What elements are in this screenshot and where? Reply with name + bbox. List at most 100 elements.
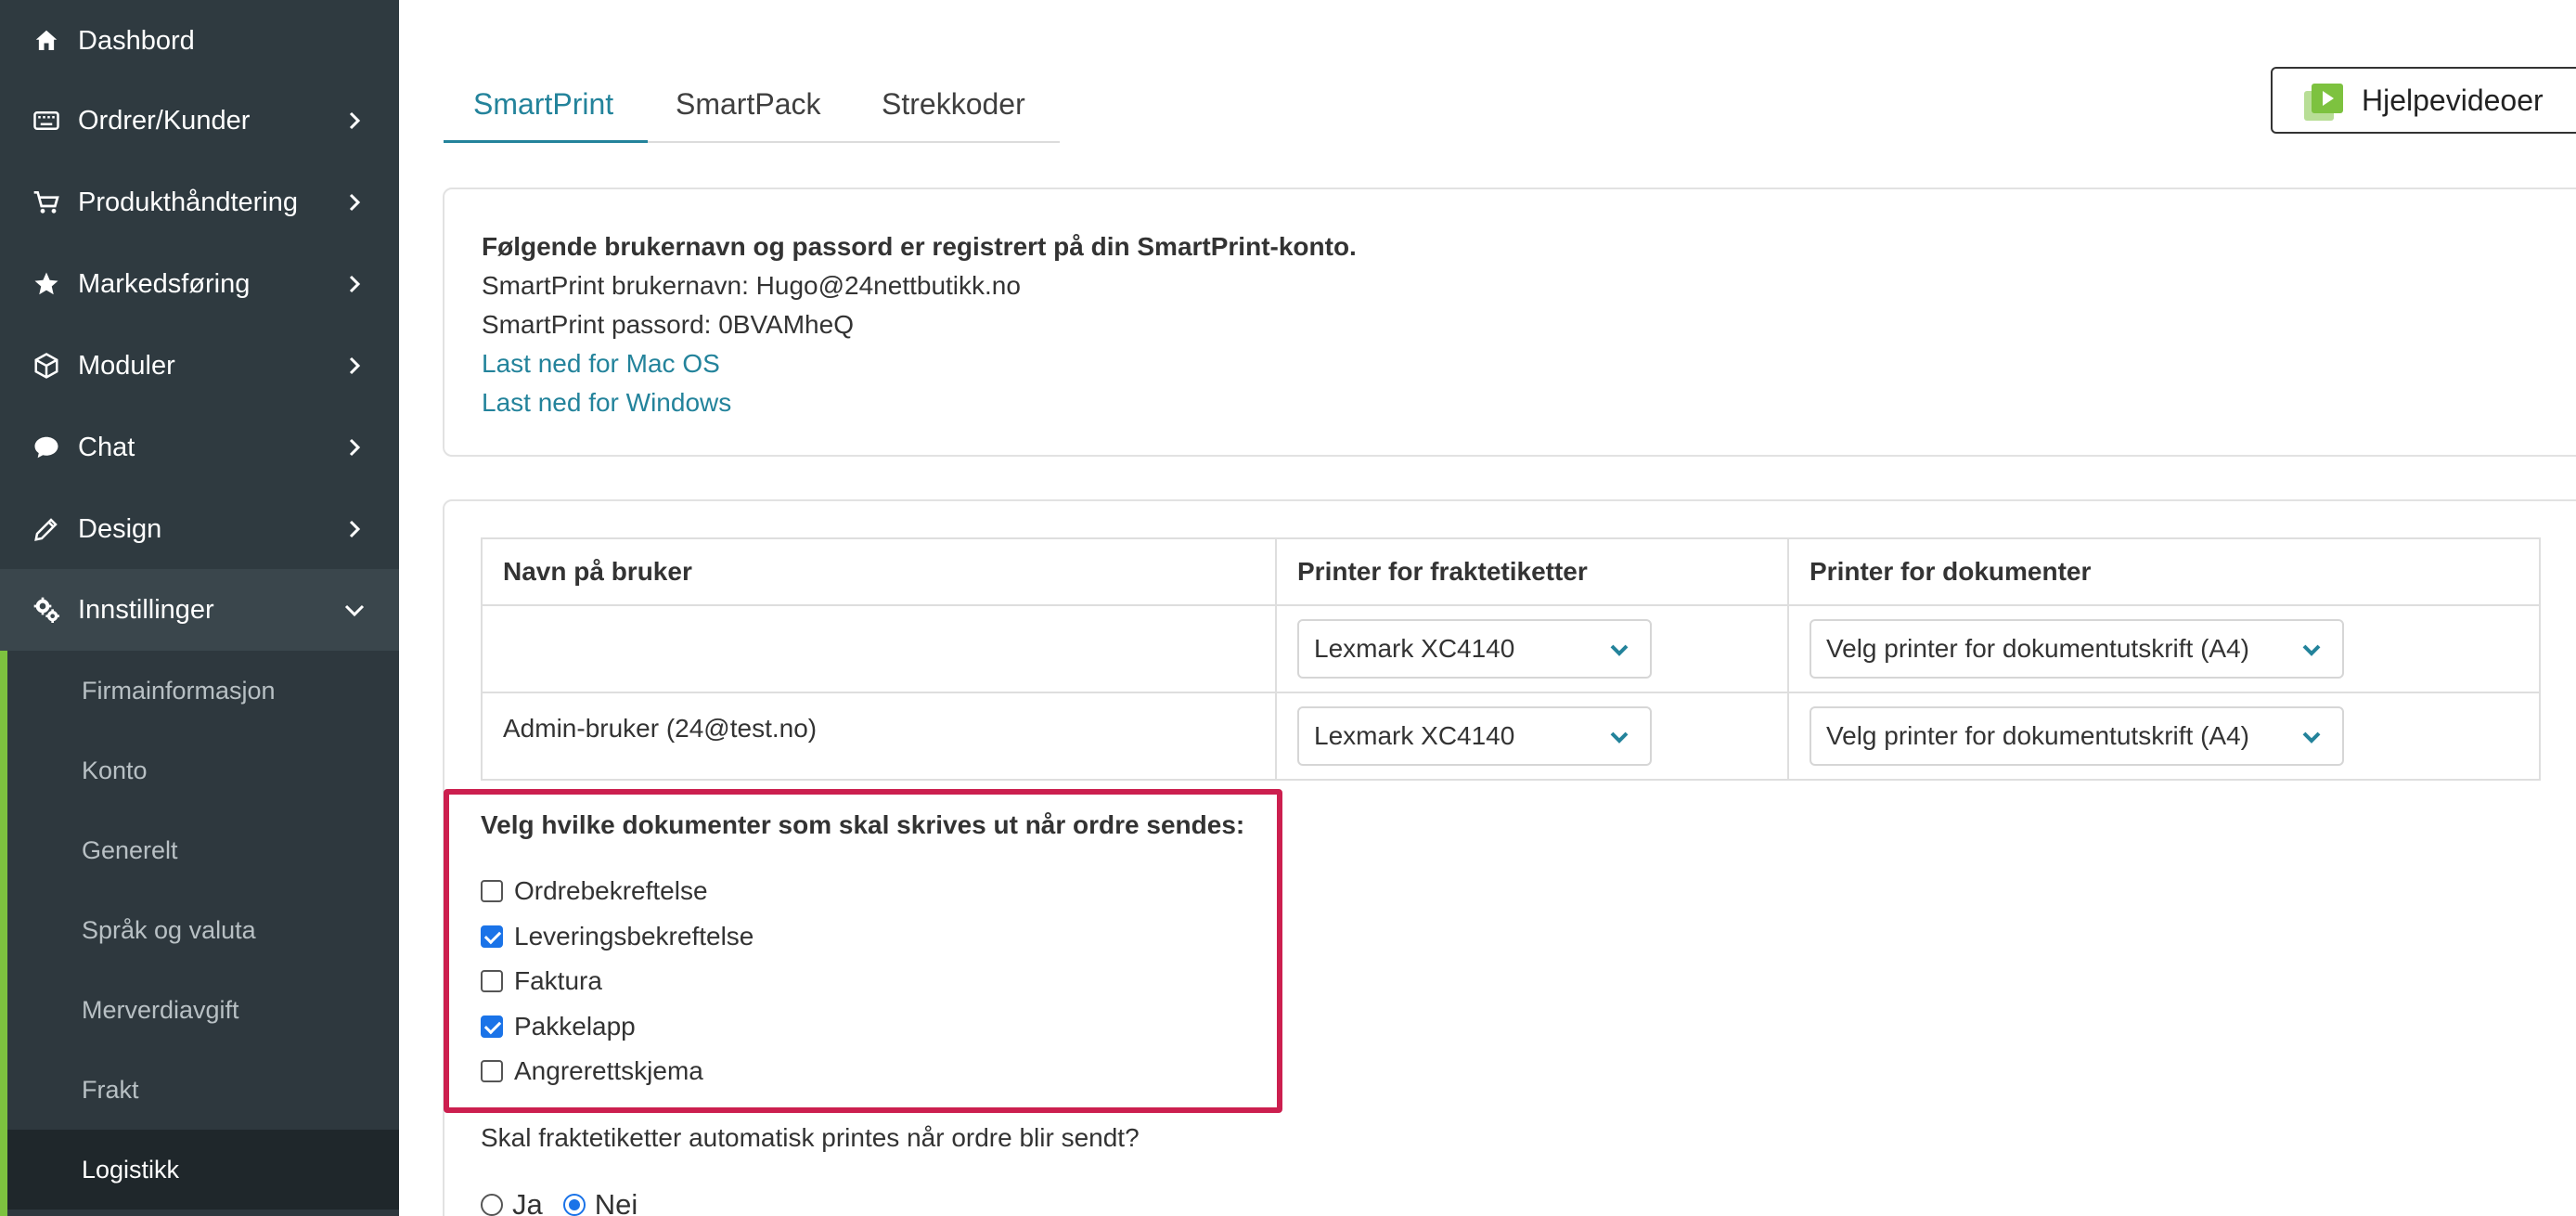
checkbox-label: Faktura: [514, 966, 602, 995]
chevron-down-icon: [1607, 725, 1631, 749]
download-windows-link[interactable]: Last ned for Windows: [482, 388, 731, 418]
chevron-down-icon: [1607, 638, 1631, 662]
sidebar-item-innstillinger[interactable]: Innstillinger: [0, 569, 399, 651]
table-row: Admin-bruker (24@test.no) Lexmark XC4140…: [481, 692, 2541, 781]
chevron-right-icon: [341, 353, 367, 379]
checkbox-label: Pakkelapp: [514, 1012, 636, 1041]
doc-printer-cell: Velg printer for dokumentutskrift (A4): [1787, 692, 2541, 781]
radio-ja[interactable]: [481, 1194, 503, 1216]
sidebar-subitem-konto[interactable]: Konto: [7, 731, 399, 810]
checkbox-pakkelapp[interactable]: Pakkelapp: [481, 1008, 636, 1045]
chevron-right-icon: [341, 434, 367, 460]
checkbox-leveringsbekreftelse[interactable]: Leveringsbekreftelse: [481, 918, 753, 955]
sidebar-item-label: Chat: [78, 432, 135, 462]
submenu-accent-bar: [0, 651, 7, 1216]
sidebar-item-ordrer-kunder[interactable]: Ordrer/Kunder: [0, 80, 399, 162]
sidebar-subitem-frakt[interactable]: Frakt: [7, 1050, 399, 1130]
checkbox-ordrebekreftelse[interactable]: Ordrebekreftelse: [481, 873, 708, 910]
gears-icon: [30, 593, 63, 627]
sidebar-item-label: Innstillinger: [78, 594, 214, 625]
table-row: Lexmark XC4140 Velg printer for dokument…: [481, 604, 2541, 693]
tab-bar: SmartPrint SmartPack Strekkoder: [444, 76, 1060, 143]
chevron-down-icon: [2299, 638, 2324, 662]
star-icon: [30, 267, 63, 301]
checkbox[interactable]: [481, 1015, 503, 1038]
label-printer-select[interactable]: Lexmark XC4140: [1297, 706, 1652, 766]
select-value: Velg printer for dokumentutskrift (A4): [1826, 721, 2249, 750]
radio-label-nei: Nei: [594, 1188, 638, 1216]
sidebar-subitem-label: Merverdiavgift: [82, 995, 239, 1024]
chevron-down-icon: [341, 597, 367, 623]
checkbox-faktura[interactable]: Faktura: [481, 963, 602, 1000]
sidebar-subitem-logistikk[interactable]: Logistikk: [7, 1130, 399, 1210]
video-play-icon: [2304, 84, 2343, 128]
sidebar: Dashbord Ordrer/Kunder Produkthåndtering…: [0, 0, 399, 1216]
sidebar-item-label: Dashbord: [78, 25, 195, 56]
column-header-doc-printer: Printer for dokumenter: [1787, 537, 2541, 606]
pencil-icon: [30, 512, 63, 546]
sidebar-item-label: Design: [78, 513, 162, 544]
label-printer-select[interactable]: Lexmark XC4140: [1297, 619, 1652, 679]
radio-label-ja: Ja: [512, 1188, 543, 1216]
sidebar-subitem-label: Firmainformasjon: [82, 676, 276, 705]
sidebar-subitem-label: Logistikk: [82, 1155, 180, 1184]
tab-label: Strekkoder: [882, 87, 1025, 121]
tab-strekkoder[interactable]: Strekkoder: [882, 76, 1058, 143]
user-cell: [481, 604, 1277, 693]
checkbox-angrerettskjema[interactable]: Angrerettskjema: [481, 1053, 703, 1090]
documents-title: Velg hvilke dokumenter som skal skrives …: [481, 810, 1245, 839]
checkbox[interactable]: [481, 925, 503, 948]
chevron-down-icon: [2299, 725, 2324, 749]
tab-smartpack[interactable]: SmartPack: [676, 76, 843, 143]
sidebar-item-chat[interactable]: Chat: [0, 407, 399, 488]
checkbox[interactable]: [481, 1060, 503, 1082]
auto-print-question: Skal fraktetiketter automatisk printes n…: [481, 1123, 1140, 1152]
cart-icon: [30, 186, 63, 219]
column-header-user: Navn på bruker: [481, 537, 1277, 606]
sidebar-item-moduler[interactable]: Moduler: [0, 325, 399, 407]
account-heading: Følgende brukernavn og passord er regist…: [482, 232, 1357, 261]
sidebar-subitem-merverdiavgift[interactable]: Merverdiavgift: [7, 970, 399, 1050]
sidebar-item-label: Ordrer/Kunder: [78, 105, 251, 136]
download-mac-link[interactable]: Last ned for Mac OS: [482, 349, 720, 379]
sidebar-item-design[interactable]: Design: [0, 488, 399, 570]
cube-icon: [30, 349, 63, 382]
tab-smartprint[interactable]: SmartPrint: [444, 76, 648, 143]
printer-table: Navn på bruker Printer for fraktetikette…: [481, 537, 2541, 781]
table-header-row: Navn på bruker Printer for fraktetikette…: [481, 537, 2541, 606]
chevron-right-icon: [341, 108, 367, 134]
checkbox[interactable]: [481, 880, 503, 902]
sidebar-item-label: Produkthåndtering: [78, 187, 298, 217]
select-value: Velg printer for dokumentutskrift (A4): [1826, 634, 2249, 663]
sidebar-item-label: Moduler: [78, 350, 175, 381]
doc-printer-select[interactable]: Velg printer for dokumentutskrift (A4): [1810, 619, 2344, 679]
column-header-label-printer: Printer for fraktetiketter: [1275, 537, 1789, 606]
sidebar-item-produkthandtering[interactable]: Produkthåndtering: [0, 162, 399, 243]
chevron-right-icon: [341, 189, 367, 215]
sidebar-item-dashbord[interactable]: Dashbord: [0, 0, 399, 82]
smartprint-account-card: Følgende brukernavn og passord er regist…: [443, 188, 2576, 457]
sidebar-subitem-label: Frakt: [82, 1075, 139, 1104]
checkbox-label: Angrerettskjema: [514, 1056, 703, 1085]
user-cell: Admin-bruker (24@test.no): [481, 692, 1277, 781]
help-videos-button[interactable]: Hjelpevideoer: [2271, 67, 2576, 134]
chevron-right-icon: [341, 516, 367, 542]
chevron-right-icon: [341, 271, 367, 297]
sidebar-subitem-firmainformasjon[interactable]: Firmainformasjon: [7, 651, 399, 731]
sidebar-item-markedsforing[interactable]: Markedsføring: [0, 243, 399, 325]
password-line: SmartPrint passord: 0BVAMheQ: [482, 310, 854, 339]
select-value: Lexmark XC4140: [1314, 721, 1515, 750]
tab-label: SmartPrint: [473, 87, 614, 121]
username-line: SmartPrint brukernavn: Hugo@24nettbutikk…: [482, 271, 1021, 300]
checkbox[interactable]: [481, 970, 503, 992]
doc-printer-select[interactable]: Velg printer for dokumentutskrift (A4): [1810, 706, 2344, 766]
label-printer-cell: Lexmark XC4140: [1275, 692, 1789, 781]
doc-printer-cell: Velg printer for dokumentutskrift (A4): [1787, 604, 2541, 693]
label-printer-cell: Lexmark XC4140: [1275, 604, 1789, 693]
select-value: Lexmark XC4140: [1314, 634, 1515, 663]
tab-label: SmartPack: [676, 87, 821, 121]
sidebar-subitem-generelt[interactable]: Generelt: [7, 810, 399, 890]
radio-nei[interactable]: [562, 1194, 586, 1216]
sidebar-subitem-label: Språk og valuta: [82, 915, 256, 944]
sidebar-subitem-sprak-og-valuta[interactable]: Språk og valuta: [7, 890, 399, 970]
